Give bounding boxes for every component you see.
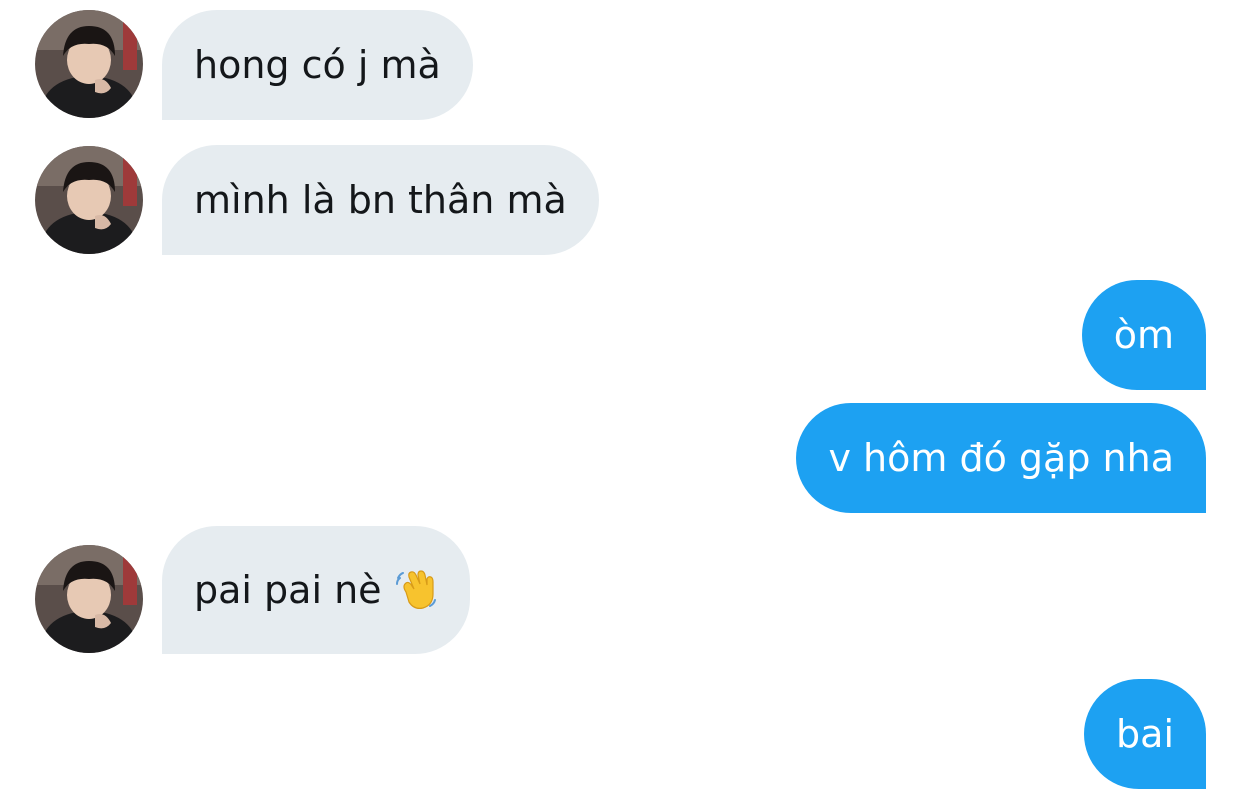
message-bubble-outgoing[interactable]: v hôm đó gặp nha: [796, 403, 1206, 513]
message-text: bai: [1116, 712, 1174, 756]
message-text: mình là bn thân mà: [194, 178, 567, 222]
avatar[interactable]: [35, 146, 143, 254]
message-text: òm: [1113, 313, 1174, 357]
chat-thread: hong có j mà mình là bn thân mà òm v hôm…: [0, 0, 1242, 809]
message-bubble-incoming[interactable]: hong có j mà: [162, 10, 473, 120]
message-bubble-incoming[interactable]: pai pai nè: [162, 526, 470, 654]
message-bubble-outgoing[interactable]: òm: [1081, 280, 1206, 390]
message-text: v hôm đó gặp nha: [828, 436, 1174, 480]
message-bubble-outgoing[interactable]: bai: [1084, 679, 1206, 789]
waving-hand-icon: [394, 568, 438, 612]
avatar[interactable]: [35, 10, 143, 118]
avatar[interactable]: [35, 545, 143, 653]
message-bubble-incoming[interactable]: mình là bn thân mà: [162, 145, 599, 255]
message-text: hong có j mà: [194, 43, 441, 87]
message-text: pai pai nè: [194, 568, 382, 612]
